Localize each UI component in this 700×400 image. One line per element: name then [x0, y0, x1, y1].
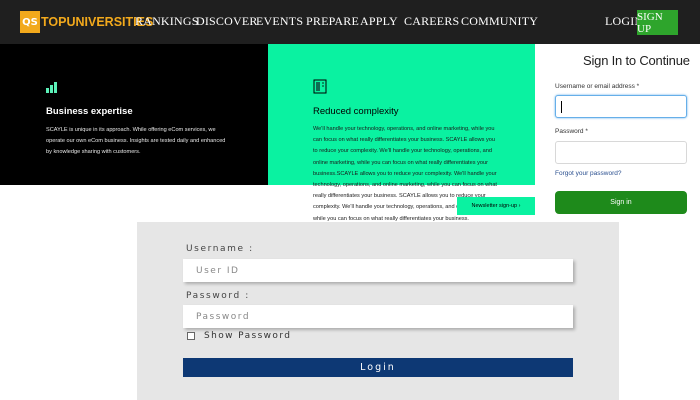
feature-title-complexity: Reduced complexity — [313, 106, 399, 117]
forgot-password-link[interactable]: Forgot your password? — [555, 170, 621, 177]
logo-badge: QS — [20, 11, 40, 33]
bar-chart-icon — [46, 81, 60, 93]
username-email-input[interactable] — [555, 95, 687, 118]
username-email-label: Username or email address * — [555, 83, 640, 90]
nav-item-careers[interactable]: CAREERS — [404, 14, 459, 29]
login-password-field[interactable] — [183, 305, 573, 328]
nav-item-apply[interactable]: APPLY — [360, 14, 398, 29]
feature-title-business: Business expertise — [46, 106, 133, 117]
signin-title: Sign In to Continue — [583, 53, 690, 68]
signin-button[interactable]: Sign in — [555, 191, 687, 214]
user-id-input[interactable] — [183, 259, 573, 282]
feature-panel-business — [0, 44, 268, 185]
site-logo[interactable]: QS TOPUNIVERSITIES — [20, 11, 153, 33]
page-root: QS TOPUNIVERSITIES RANKINGS DISCOVER EVE… — [0, 0, 700, 400]
login-password-input[interactable] — [183, 305, 573, 328]
login-password-label: Password : — [186, 291, 250, 301]
top-navigation-bar: QS TOPUNIVERSITIES RANKINGS DISCOVER EVE… — [0, 0, 700, 44]
nav-item-events[interactable]: EVENTS — [256, 14, 303, 29]
nav-item-community[interactable]: COMMUNITY — [461, 14, 538, 29]
document-icon — [313, 79, 327, 94]
login-button[interactable]: Login — [183, 358, 573, 377]
show-password-checkbox[interactable] — [187, 332, 195, 340]
username-label: Username : — [186, 244, 254, 254]
user-id-field[interactable] — [183, 259, 573, 282]
nav-item-discover[interactable]: DISCOVER — [196, 14, 258, 29]
text-caret — [561, 101, 562, 113]
show-password-label[interactable]: Show Password — [204, 331, 291, 341]
feature-body-business: SCAYLE is unique in its approach. While … — [46, 127, 226, 155]
nav-item-prepare[interactable]: PREPARE — [306, 14, 359, 29]
password-input[interactable] — [555, 141, 687, 164]
password-label: Password * — [555, 128, 588, 135]
newsletter-signup-button[interactable]: Newsletter sign-up › — [457, 197, 535, 215]
nav-item-rankings[interactable]: RANKINGS — [135, 14, 199, 29]
signup-button[interactable]: SIGN UP — [637, 10, 678, 35]
